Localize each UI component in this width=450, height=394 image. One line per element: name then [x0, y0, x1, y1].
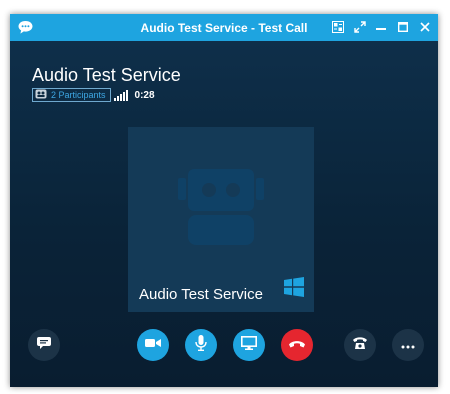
- windows-logo-icon: [284, 277, 304, 302]
- robot-avatar-icon: [178, 151, 264, 266]
- hang-up-button[interactable]: [281, 329, 313, 361]
- maximize-icon[interactable]: [394, 18, 412, 36]
- more-options-button[interactable]: [392, 329, 424, 361]
- call-controls-button[interactable]: [344, 329, 376, 361]
- participants-label: 2 Participants: [51, 90, 106, 100]
- microphone-icon: [195, 334, 207, 356]
- hang-up-icon: [288, 336, 306, 354]
- minimize-icon[interactable]: [372, 18, 390, 36]
- call-info-row: 2 Participants 0:28: [32, 88, 155, 102]
- participants-button[interactable]: 2 Participants: [32, 88, 111, 102]
- signal-strength-icon: [113, 89, 129, 101]
- call-stage: Audio Test Service 2 Participants 0:28 A…: [10, 41, 438, 387]
- participant-tile: Audio Test Service: [128, 127, 314, 312]
- tile-contact-name: Audio Test Service: [139, 286, 263, 303]
- call-duration: 0:28: [134, 89, 155, 101]
- screen-share-icon: [241, 335, 257, 355]
- microphone-button[interactable]: [185, 329, 217, 361]
- screen-share-button[interactable]: [233, 329, 265, 361]
- conversation-button[interactable]: [28, 329, 60, 361]
- title-bar: Audio Test Service - Test Call: [10, 14, 438, 41]
- call-window: Audio Test Service - Test Call Audio Tes…: [10, 14, 438, 387]
- chat-icon: [36, 336, 52, 355]
- more-options-icon: [401, 336, 415, 354]
- participants-icon: [35, 86, 47, 104]
- popout-icon[interactable]: [329, 18, 347, 36]
- close-icon[interactable]: [416, 18, 434, 36]
- contact-name: Audio Test Service: [32, 65, 181, 85]
- video-camera-icon: [145, 336, 161, 354]
- phone-icon: [352, 336, 368, 355]
- fullscreen-icon[interactable]: [351, 18, 369, 36]
- video-button[interactable]: [137, 329, 169, 361]
